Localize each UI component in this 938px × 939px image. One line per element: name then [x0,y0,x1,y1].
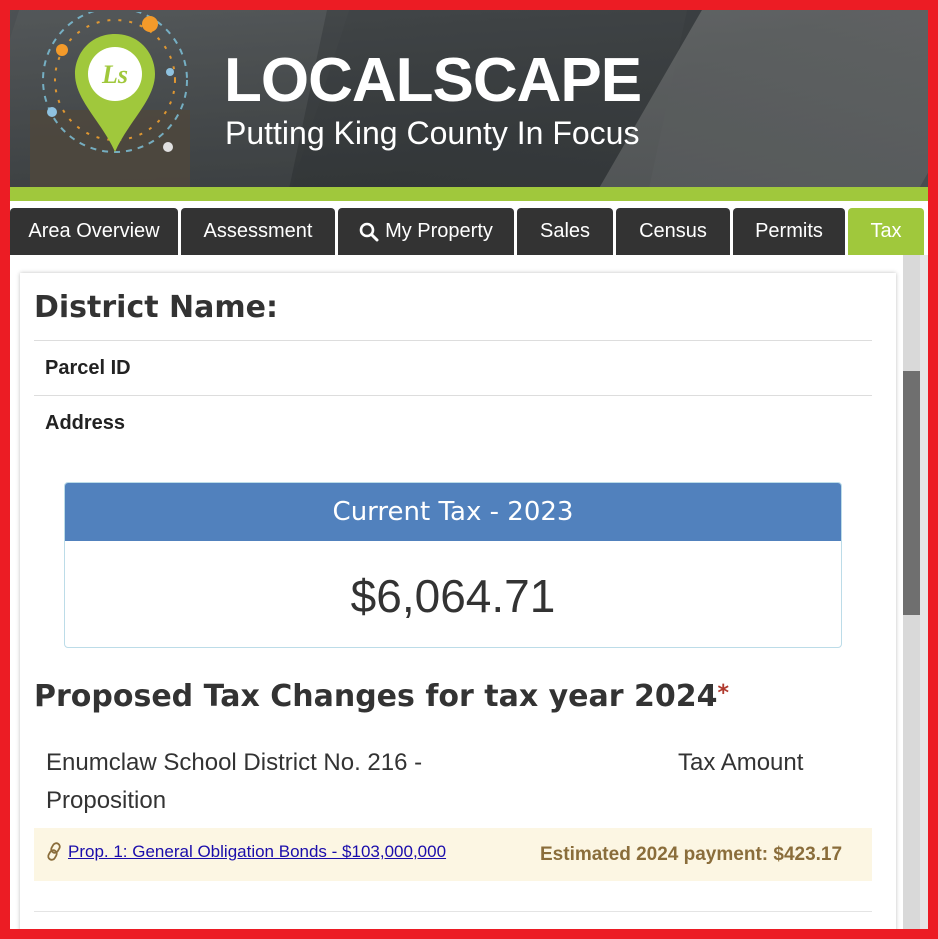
divider [34,911,872,912]
scrollbar-thumb[interactable] [903,371,920,615]
proposed-heading-text: Proposed Tax Changes for tax year 2024 [34,679,718,714]
tax-amount-header: Tax Amount [678,749,804,776]
search-icon [359,222,379,241]
current-tax-amount: $6,064.71 [350,570,556,622]
proposed-tax-heading: Proposed Tax Changes for tax year 2024* [34,679,729,714]
parcel-id-label: Parcel ID [45,357,131,379]
footnote-asterisk: * [717,681,730,706]
proposition-link[interactable]: Prop. 1: General Obligation Bonds - $103… [68,842,446,862]
site-title: LOCALSCAPE [224,46,642,115]
tab-census[interactable]: Census [616,208,730,255]
divider [34,395,872,396]
header-accent-bar [10,187,928,201]
tab-permits[interactable]: Permits [733,208,845,255]
current-tax-heading: Current Tax - 2023 [65,483,841,541]
tab-area-overview[interactable]: Area Overview [10,208,178,255]
site-tagline: Putting King County In Focus [225,115,640,151]
tab-assessment[interactable]: Assessment [181,208,335,255]
tab-sales[interactable]: Sales [517,208,613,255]
main-tabs: Area Overview Assessment My Property Sal… [10,208,928,255]
tab-my-property[interactable]: My Property [338,208,514,255]
logo-initials: Ls [101,60,128,89]
address-label: Address [45,412,126,434]
link-icon [47,842,61,861]
tab-label: Sales [539,220,591,242]
localscape-logo-icon: Ls [42,12,188,153]
tab-tax[interactable]: Tax [848,208,924,255]
tab-label: Assessment [203,220,313,242]
tab-label: Area Overview [28,220,160,242]
divider [34,340,872,341]
estimated-payment: Estimated 2024 payment: $423.17 [540,844,843,865]
side-edge [920,255,928,929]
tab-label: Tax [870,220,902,242]
current-tax-card: Current Tax - 2023 $6,064.71 [64,482,842,648]
tab-label: My Property [385,220,493,242]
district-heading: District Name: [34,290,278,325]
tab-label: Permits [755,220,823,242]
district-proposition-header: Enumclaw School District No. 216 - Propo… [46,749,423,814]
tab-label: Census [639,220,707,242]
